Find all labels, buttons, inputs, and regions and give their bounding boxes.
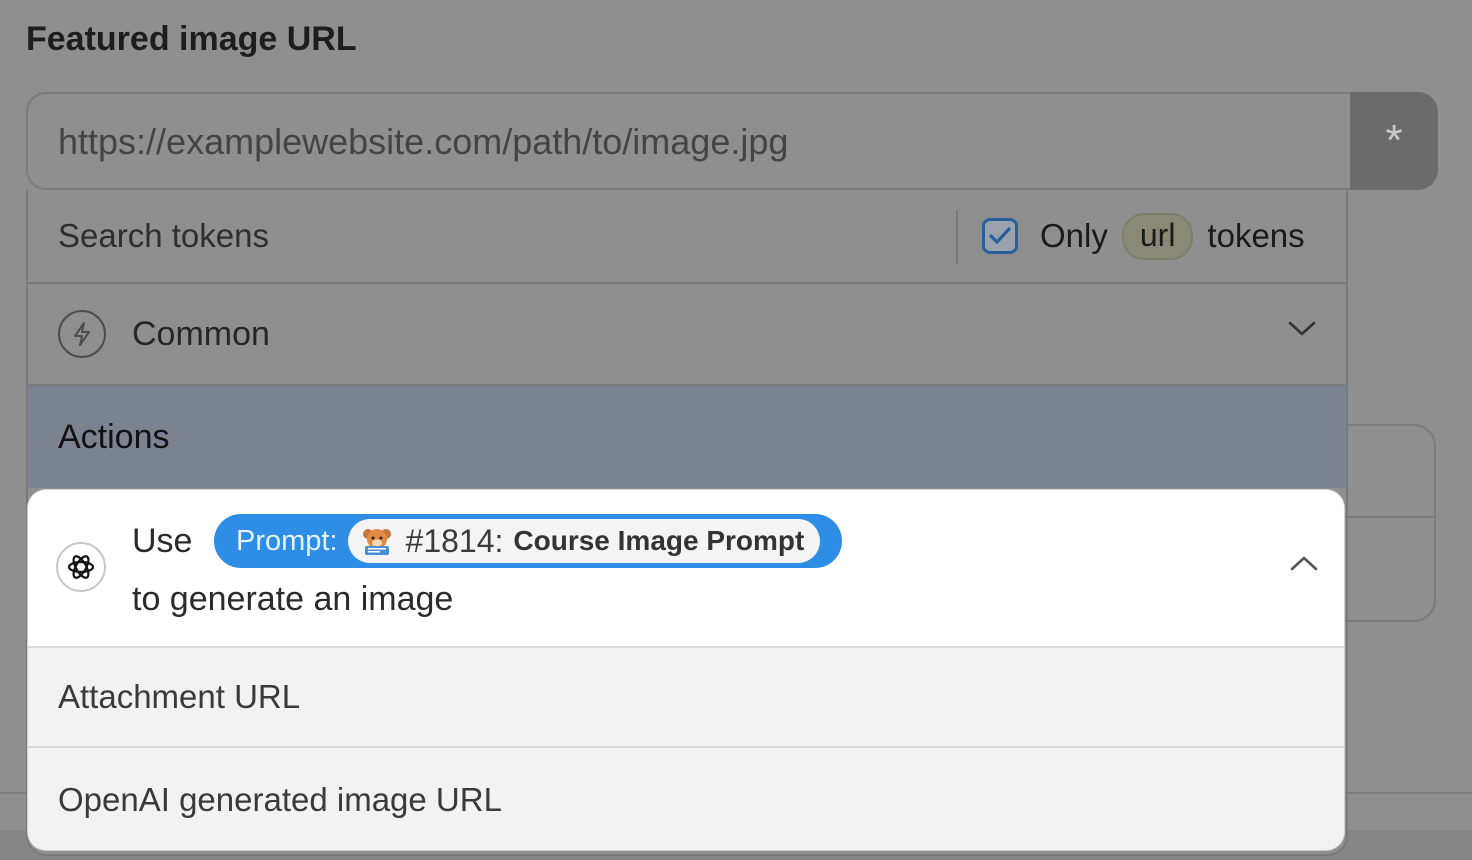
token-openai-generated-image-url[interactable]: OpenAI generated image URL: [28, 750, 1344, 850]
openai-action-panel: Use Prompt: #1814: Course Image Prompt t…: [28, 490, 1344, 850]
only-url-tokens-checkbox[interactable]: [982, 218, 1018, 254]
only-url-tokens-filter[interactable]: Only url tokens: [982, 190, 1305, 282]
asterisk-icon: *: [1385, 116, 1403, 165]
token-search-row: Only url tokens: [28, 190, 1346, 284]
chevron-down-icon: [1288, 321, 1316, 336]
chevron-up-icon[interactable]: [1290, 554, 1318, 572]
insert-token-button[interactable]: *: [1350, 92, 1438, 190]
prompt-reference: #1814: Course Image Prompt: [347, 519, 821, 563]
bear-mascot-icon: [362, 529, 391, 555]
url-type-chip: url: [1121, 212, 1194, 260]
check-icon: [989, 227, 1011, 244]
action-suffix: to generate an image: [132, 580, 454, 618]
token-search-input[interactable]: [28, 190, 958, 282]
token-attachment-url[interactable]: Attachment URL: [28, 648, 1344, 748]
bolt-icon: [58, 310, 106, 358]
only-filter-prefix: Only: [1040, 217, 1108, 254]
prompt-number: #1814:: [405, 522, 504, 559]
token-group-actions-label: Actions: [58, 417, 170, 456]
url-input-container: *: [26, 92, 1438, 190]
openai-icon: [56, 542, 106, 592]
token-group-common[interactable]: Common: [28, 284, 1346, 386]
prompt-pill-label: Prompt:: [236, 524, 338, 557]
search-divider: [956, 210, 958, 264]
prompt-pill[interactable]: Prompt: #1814: Course Image Prompt: [214, 514, 843, 568]
prompt-name: Course Image Prompt: [513, 525, 805, 556]
field-label: Featured image URL: [26, 20, 357, 58]
token-group-actions[interactable]: Actions: [28, 386, 1346, 488]
only-filter-suffix: tokens: [1207, 217, 1305, 254]
token-group-common-label: Common: [132, 314, 270, 353]
action-prefix: Use: [132, 522, 193, 560]
featured-image-url-input[interactable]: [28, 94, 1350, 190]
openai-action-header[interactable]: Use Prompt: #1814: Course Image Prompt t…: [28, 490, 1344, 648]
